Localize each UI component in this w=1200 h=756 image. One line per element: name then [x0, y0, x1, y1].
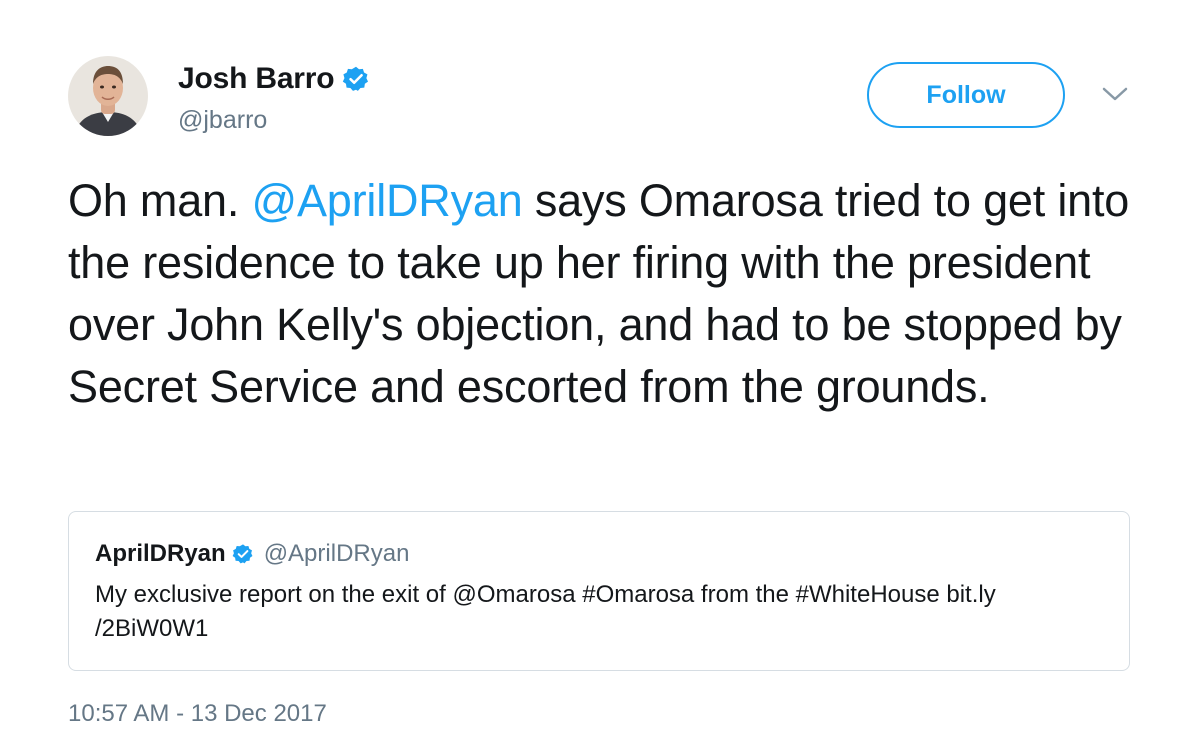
verified-badge-icon: [342, 65, 370, 93]
avatar[interactable]: [68, 56, 148, 136]
verified-badge-icon: [232, 543, 254, 565]
tweet-timestamp[interactable]: 10:57 AM - 13 Dec 2017: [68, 700, 327, 728]
quoted-author-name[interactable]: AprilDRyan: [95, 540, 226, 568]
chevron-down-icon[interactable]: [1100, 82, 1130, 106]
tweet-text-part: Oh man.: [68, 175, 252, 226]
quoted-tweet[interactable]: AprilDRyan @AprilDRyan My exclusive repo…: [68, 511, 1130, 671]
author-name[interactable]: Josh Barro: [178, 62, 335, 96]
quoted-author-handle[interactable]: @AprilDRyan: [264, 540, 410, 568]
author-handle[interactable]: @jbarro: [178, 106, 267, 135]
mention-link[interactable]: @AprilDRyan: [251, 175, 522, 226]
quoted-tweet-text: My exclusive report on the exit of @Omar…: [95, 581, 996, 642]
author-header: Josh Barro: [178, 62, 370, 96]
follow-button[interactable]: Follow: [867, 62, 1065, 128]
quoted-tweet-header: AprilDRyan @AprilDRyan: [95, 540, 409, 568]
tweet-text: Oh man. @AprilDRyan says Omarosa tried t…: [68, 170, 1148, 418]
